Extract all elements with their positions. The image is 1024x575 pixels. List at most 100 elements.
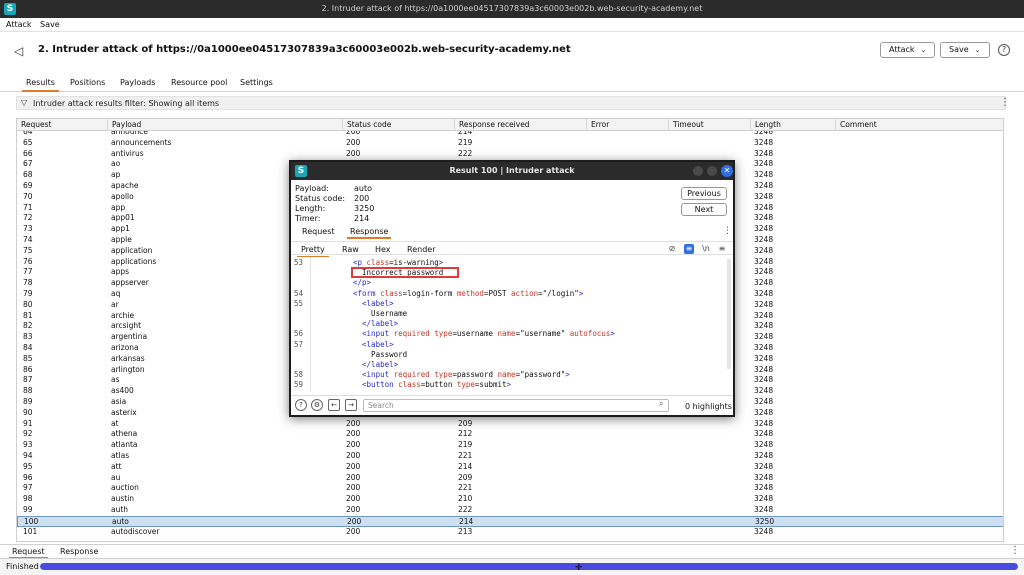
view-tab-raw[interactable]: Raw (342, 245, 359, 254)
arrow-left-icon[interactable]: ← (328, 399, 340, 411)
arrow-right-icon[interactable]: → (345, 399, 357, 411)
column-header[interactable]: Status code (342, 119, 454, 131)
attack-progress-fill (40, 563, 1018, 570)
newline-icon[interactable]: \n (701, 244, 711, 254)
table-row[interactable]: 93 atlanta 200 219 3248 (17, 440, 1003, 451)
bottom-tab-request[interactable]: Request (9, 547, 47, 559)
search-input[interactable]: Search (363, 399, 669, 412)
table-row[interactable]: 94 atlas 200 221 3248 (17, 451, 1003, 462)
status-text: Finished (6, 562, 39, 571)
column-header[interactable]: Error (586, 119, 668, 131)
request-cell: 88 (23, 386, 33, 396)
tab-settings[interactable]: Settings (240, 78, 273, 87)
table-row[interactable]: 101 autodiscover 200 213 3248 (17, 527, 1003, 538)
dialog-tab-response[interactable]: Response (346, 227, 392, 239)
status-cell: 200 (346, 451, 361, 460)
table-row[interactable]: 99 auth 200 222 3248 (17, 505, 1003, 516)
status-cell: 200 (346, 137, 361, 147)
previous-button[interactable]: Previous (681, 187, 727, 200)
payload-cell: asia (111, 397, 127, 406)
filter-text: Intruder attack results filter: Showing … (33, 99, 220, 108)
next-button[interactable]: Next (681, 203, 727, 216)
minimize-icon[interactable] (693, 166, 703, 176)
more-options-icon[interactable]: ⋮ (723, 226, 732, 236)
column-header[interactable]: Timeout (668, 119, 750, 131)
table-row[interactable]: 97 auction 200 221 3248 (17, 483, 1003, 494)
dialog-title: Result 100 | Intruder attack (449, 166, 575, 175)
tab-results[interactable]: Results (22, 78, 59, 92)
payload-cell: arkansas (111, 353, 145, 363)
column-header[interactable]: Request (17, 119, 107, 131)
code-scrollbar[interactable] (727, 259, 731, 369)
payload-cell: austin (111, 494, 135, 504)
intruder-icon: ◁ (14, 44, 24, 58)
dialog-tab-request[interactable]: Request (302, 227, 335, 236)
length-cell: 3248 (754, 148, 774, 158)
payload-cell: athena (111, 429, 138, 439)
table-scrollbar[interactable] (1003, 389, 1004, 539)
payload-cell: app1 (111, 224, 130, 234)
bottom-tabs: Request Response (0, 544, 1024, 559)
column-header[interactable]: Payload (107, 119, 342, 131)
table-row[interactable]: 65 announcements 200 219 3248 (17, 137, 1003, 149)
hide-eye-icon[interactable]: ⊘ (667, 244, 677, 254)
table-row[interactable]: 66 antivirus 200 222 3248 (17, 148, 1003, 160)
close-icon[interactable]: ✕ (721, 165, 733, 177)
view-tab-pretty[interactable]: Pretty (297, 245, 329, 258)
table-row[interactable]: 100 auto 200 214 3250 (17, 515, 1003, 527)
attack-tabs: Results Positions Payloads Resource pool… (0, 70, 1024, 92)
length-cell: 3248 (754, 170, 774, 180)
status-cell: 200 (346, 148, 361, 158)
request-cell: 89 (23, 397, 33, 406)
window-title: 2. Intruder attack of https://0a1000ee04… (321, 4, 703, 13)
payload-value: auto (354, 184, 373, 193)
response-received-cell: 214 (458, 131, 473, 136)
response-code-view[interactable]: 53 54 55 56 57 58 59 <p class=is-warning> Inco… (291, 257, 733, 392)
line-number-gutter: 53 54 55 56 57 58 59 (291, 257, 311, 392)
table-row[interactable]: 64 announce 200 214 3248 (17, 131, 1003, 138)
menu-attack[interactable]: Attack (6, 20, 32, 29)
results-filter-bar[interactable]: ▽ Intruder attack results filter: Showin… (16, 96, 1006, 110)
more-options-icon[interactable]: ⋮ (1010, 545, 1020, 556)
response-received-cell: 221 (458, 483, 473, 493)
column-header[interactable]: Response received (454, 119, 586, 131)
menu-icon[interactable]: ≡ (717, 244, 727, 254)
menu-bar: Attack Save (0, 18, 1024, 32)
menu-save[interactable]: Save (40, 20, 60, 29)
table-row[interactable]: 92 athena 200 212 3248 (17, 429, 1003, 440)
status-cell: 200 (346, 131, 361, 136)
payload-cell: apple (111, 235, 132, 244)
tab-payloads[interactable]: Payloads (120, 78, 155, 87)
maximize-icon[interactable] (707, 166, 717, 176)
status-cell: 200 (346, 440, 361, 450)
payload-cell: apps (111, 267, 130, 277)
payload-cell: archie (111, 310, 135, 320)
help-icon[interactable]: ? (295, 399, 307, 411)
tab-resource-pool[interactable]: Resource pool (171, 78, 227, 87)
view-tab-render[interactable]: Render (407, 245, 435, 254)
request-cell: 93 (23, 440, 33, 450)
tab-positions[interactable]: Positions (70, 78, 105, 87)
length-cell: 3248 (754, 461, 774, 471)
column-header[interactable]: Length (750, 119, 835, 131)
gear-icon[interactable]: ⚙ (311, 399, 323, 411)
attack-progress-bar (40, 563, 1018, 570)
bottom-tab-response[interactable]: Response (60, 547, 98, 556)
more-options-icon[interactable]: ⋮ (1000, 97, 1010, 108)
table-row[interactable]: 98 austin 200 210 3248 (17, 494, 1003, 505)
length-cell: 3248 (754, 494, 774, 504)
request-cell: 64 (23, 131, 33, 136)
table-row[interactable]: 95 att 200 214 3248 (17, 461, 1003, 473)
wrap-lines-icon[interactable]: ≡ (684, 244, 694, 254)
payload-cell: announcements (111, 137, 172, 147)
view-tab-hex[interactable]: Hex (375, 245, 391, 254)
column-header[interactable]: Comment (835, 119, 1003, 131)
table-row[interactable]: 96 au 200 209 3248 (17, 473, 1003, 484)
help-icon[interactable]: ? (998, 44, 1010, 56)
length-cell: 3248 (754, 332, 774, 342)
length-cell: 3248 (754, 451, 774, 460)
attack-dropdown-button[interactable]: Attack ⌄ (880, 42, 936, 58)
table-row[interactable]: 91 at 200 209 3248 (17, 419, 1003, 430)
save-dropdown-button[interactable]: Save ⌄ (940, 42, 990, 58)
payload-cell: auth (111, 505, 129, 514)
